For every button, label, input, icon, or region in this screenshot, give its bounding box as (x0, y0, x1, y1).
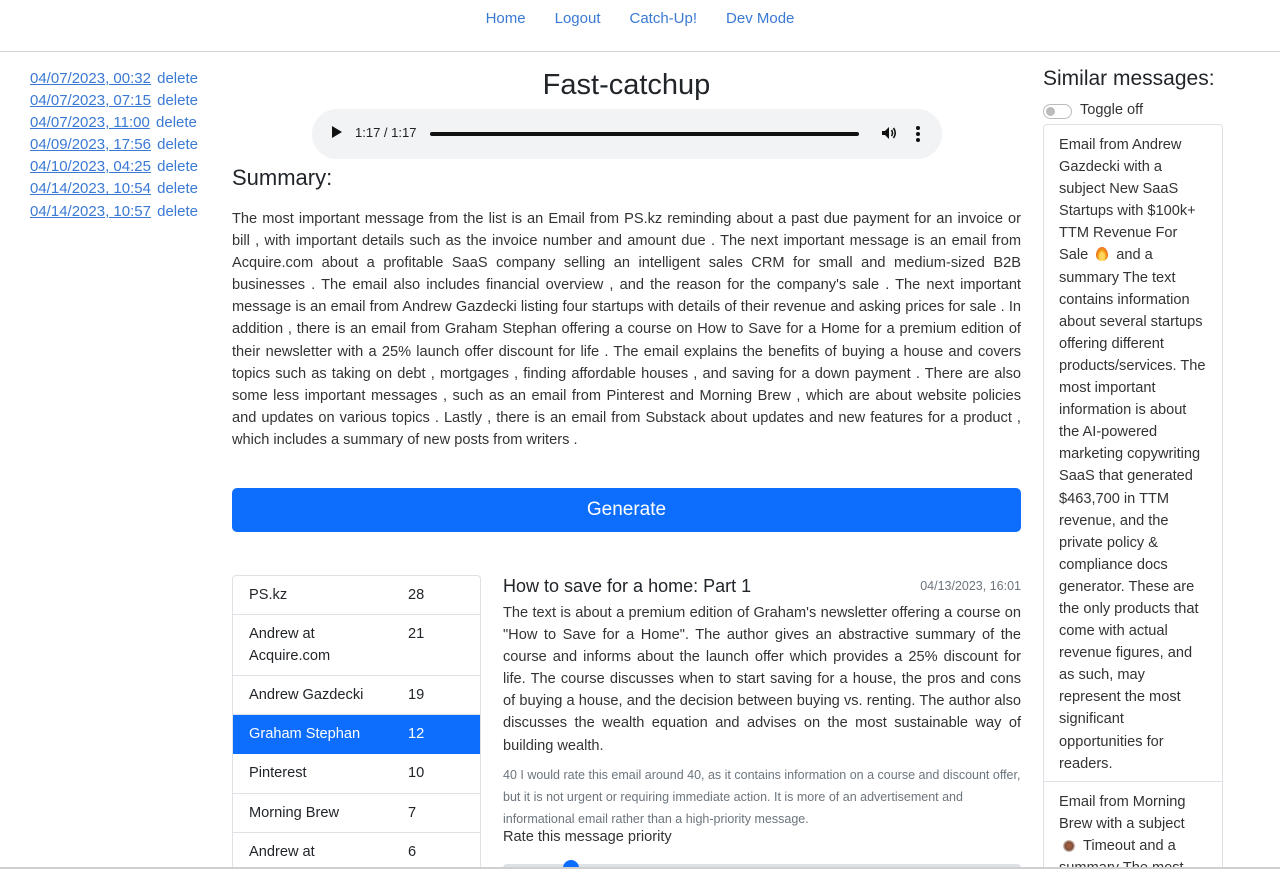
sender-count: 6 (408, 843, 417, 860)
history-delete-link[interactable]: delete (157, 158, 198, 175)
sender-name: Andrew at Acquire.com (249, 843, 330, 869)
similar-message-text: and a summary The text contains informat… (1059, 247, 1206, 772)
summary-heading: Summary: (232, 165, 333, 190)
history-item: 04/09/2023, 17:56 delete (30, 134, 210, 156)
volume-icon-graphic (882, 127, 897, 139)
history-date-link[interactable]: 04/07/2023, 07:15 (30, 92, 151, 109)
sender-count: 7 (408, 804, 417, 821)
play-icon[interactable] (332, 126, 342, 138)
similar-message-text: Email from Andrew Gazdecki with a subjec… (1059, 137, 1196, 264)
message-rating-text: 40 I would rate this email around 40, as… (503, 768, 1021, 827)
coffee-emoji-icon (1063, 839, 1075, 852)
history-item: 04/14/2023, 10:57 delete (30, 201, 210, 223)
nav-logout-link[interactable]: Logout (540, 10, 615, 28)
message-subject: How to save for a home: Part 1 (503, 576, 752, 596)
audio-player: 1:17 / 1:17 (312, 109, 942, 159)
sender-item-active[interactable]: Graham Stephan 12 (233, 715, 480, 755)
sender-count: 21 (408, 626, 425, 643)
nav-links: Home Logout Catch-Up! Dev Mode (0, 10, 1280, 28)
rate-priority-label: Rate this message priority (503, 829, 672, 845)
history-date-link[interactable]: 04/14/2023, 10:57 (30, 203, 151, 220)
similar-messages-list: Email from Andrew Gazdecki with a subjec… (1043, 124, 1223, 869)
sender-name: PS.kz (249, 587, 288, 603)
history-date-link[interactable]: 04/07/2023, 11:00 (30, 114, 150, 131)
history-delete-link[interactable]: delete (157, 70, 198, 87)
audio-progress-bar[interactable] (430, 132, 859, 136)
sender-name: Graham Stephan (249, 726, 361, 743)
sender-item[interactable]: Andrew Gazdecki 19 (233, 676, 480, 716)
history-item: 04/07/2023, 11:00 delete (30, 112, 210, 134)
history-delete-link[interactable]: delete (156, 114, 197, 131)
sender-item[interactable]: Andrew at Acquire.com 6 (233, 833, 480, 869)
history-item: 04/14/2023, 10:54 delete (30, 178, 210, 200)
history-date-link[interactable]: 04/10/2023, 04:25 (30, 158, 151, 175)
nav-devmode-link[interactable]: Dev Mode (712, 10, 809, 28)
sender-name: Morning Brew (249, 804, 340, 821)
similar-messages-heading: Similar messages: (1043, 67, 1215, 90)
history-delete-link[interactable]: delete (157, 203, 198, 220)
history-delete-link[interactable]: delete (157, 180, 198, 197)
audio-time: 1:17 / 1:17 (355, 125, 417, 140)
similar-message-item: Email from Morning Brew with a subject T… (1044, 782, 1222, 869)
page-title: Fast-catchup (542, 69, 711, 101)
history-item: 04/07/2023, 00:32 delete (30, 68, 210, 90)
toggle-knob (1046, 107, 1055, 116)
similar-message-text: Email from Morning Brew with a subject (1059, 793, 1186, 832)
sender-list: PS.kz 28 Andrew at Acquire.com 21 Andrew G… (232, 575, 481, 869)
summary-text: The most important message from the list… (232, 211, 1021, 448)
sender-count: 10 (408, 765, 425, 782)
sender-count: 12 (408, 726, 425, 743)
sender-item[interactable]: PS.kz 28 (233, 576, 480, 616)
fire-emoji-icon (1096, 247, 1109, 262)
history-item: 04/10/2023, 04:25 delete (30, 156, 210, 178)
history-date-link[interactable]: 04/14/2023, 10:54 (30, 180, 151, 197)
sender-name: Andrew at Acquire.com (249, 626, 331, 665)
generate-button[interactable]: Generate (232, 488, 1021, 532)
nav-catchup-link[interactable]: Catch-Up! (615, 10, 712, 28)
message-summary: The text is about a premium edition of G… (503, 605, 1021, 754)
similar-toggle-switch[interactable] (1043, 104, 1072, 119)
sender-item[interactable]: Pinterest 10 (233, 754, 480, 794)
sender-name: Pinterest (249, 765, 307, 782)
sender-item[interactable]: Morning Brew 7 (233, 794, 480, 833)
history-list: 04/07/2023, 00:32 delete 04/07/2023, 07:… (30, 68, 210, 223)
history-date-link[interactable]: 04/07/2023, 00:32 (30, 70, 151, 87)
sender-name: Andrew Gazdecki (249, 687, 364, 704)
sender-item[interactable]: Andrew at Acquire.com 21 (233, 615, 480, 677)
toggle-label: Toggle off (1080, 102, 1144, 118)
history-date-link[interactable]: 04/09/2023, 17:56 (30, 136, 151, 153)
more-options-icon[interactable] (912, 124, 924, 144)
sender-count: 28 (408, 587, 425, 603)
volume-icon[interactable] (880, 124, 898, 142)
nav-home-link[interactable]: Home (471, 10, 540, 28)
history-delete-link[interactable]: delete (157, 92, 198, 109)
similar-message-item: Email from Andrew Gazdecki with a subjec… (1044, 125, 1222, 782)
main-content: Fast-catchup 1:17 / 1:17 Summary: The mo… (232, 60, 1021, 869)
message-date: 04/13/2023, 16:01 (920, 579, 1021, 593)
history-delete-link[interactable]: delete (157, 136, 198, 153)
sender-count: 19 (408, 687, 425, 704)
top-navbar: Home Logout Catch-Up! Dev Mode (0, 0, 1280, 52)
history-item: 04/07/2023, 07:15 delete (30, 90, 210, 112)
similar-message-text: Timeout and a summary The most important… (1059, 837, 1184, 869)
